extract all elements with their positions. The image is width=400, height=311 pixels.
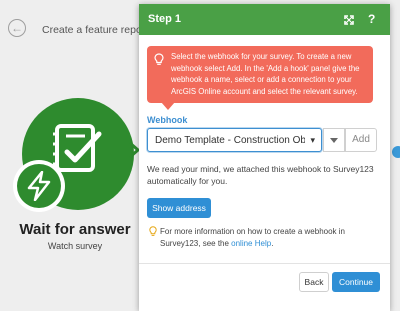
show-address-button[interactable]: Show address bbox=[147, 198, 211, 218]
help-icon[interactable]: ? bbox=[368, 12, 375, 26]
chevron-down-icon bbox=[330, 137, 338, 143]
module-name: Wait for answer bbox=[19, 221, 131, 238]
sort-caret-icon: ▾ bbox=[310, 135, 315, 145]
trigger-badge bbox=[13, 160, 65, 212]
expand-icon[interactable] bbox=[344, 15, 354, 25]
tooltip-text: Select the webhook for your survey. To c… bbox=[171, 52, 360, 96]
webhook-selected-value: Demo Template - Construction Ob bbox=[155, 135, 305, 146]
help-note-end: . bbox=[271, 239, 274, 248]
back-button[interactable]: Back bbox=[299, 272, 329, 292]
panel-header: Step 1 ? bbox=[139, 4, 390, 35]
webhook-menu-button[interactable] bbox=[323, 128, 345, 152]
webhook-label: Webhook bbox=[147, 115, 188, 125]
online-help-link[interactable]: online Help bbox=[231, 239, 271, 248]
webhook-select[interactable]: Demo Template - Construction Ob ▾ bbox=[147, 128, 322, 152]
connector-dot[interactable] bbox=[392, 146, 400, 158]
scenario-title: Create a feature report bbox=[42, 24, 149, 36]
help-tooltip: Select the webhook for your survey. To c… bbox=[147, 46, 373, 110]
continue-button[interactable]: Continue bbox=[332, 272, 380, 292]
module-subtitle: Watch survey bbox=[47, 241, 103, 251]
auto-attach-info: We read your mind, we attached this webh… bbox=[147, 164, 374, 186]
help-note: For more information on how to create a … bbox=[160, 226, 382, 250]
panel-title: Step 1 bbox=[148, 13, 182, 25]
back-icon[interactable]: ← bbox=[8, 19, 26, 37]
lightbulb-icon bbox=[154, 53, 164, 65]
footer-divider bbox=[139, 263, 390, 264]
step-panel: Step 1 ? Select the webhook for your sur… bbox=[139, 4, 390, 311]
tooltip-arrow bbox=[161, 102, 175, 110]
lightning-icon bbox=[27, 171, 51, 201]
lightbulb-icon bbox=[149, 226, 157, 236]
add-webhook-button[interactable]: Add bbox=[345, 128, 377, 152]
